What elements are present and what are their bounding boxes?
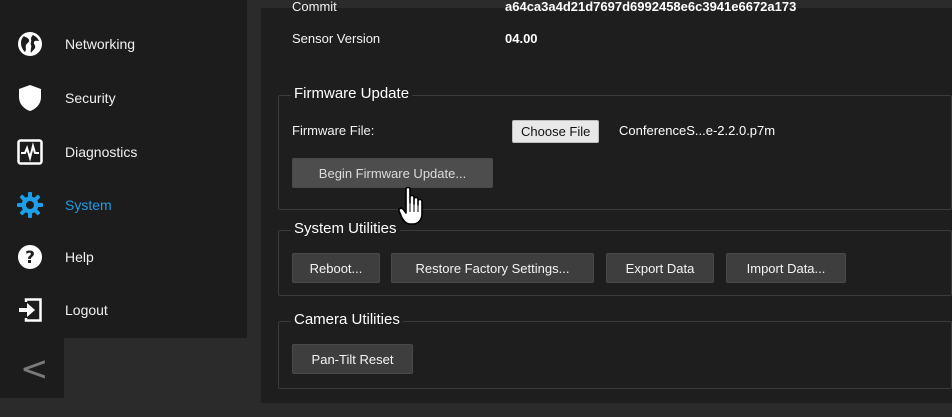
chevron-left-icon: < (20, 349, 49, 389)
camera-utilities-legend: Camera Utilities (291, 311, 403, 328)
export-data-button[interactable]: Export Data (606, 253, 714, 283)
firmware-file-name: ConferenceS...e-2.2.0.p7m (619, 123, 776, 138)
sidebar: Networking Security Diagnostics System ?… (0, 0, 247, 338)
firmware-update-section: Firmware Update Firmware File: Choose Fi… (278, 85, 952, 210)
firmware-file-label: Firmware File: (292, 123, 375, 138)
sidebar-item-label: Security (65, 90, 116, 106)
hand-cursor-icon (397, 186, 431, 228)
sidebar-item-label: Networking (65, 36, 136, 52)
choose-file-button[interactable]: Choose File (512, 120, 600, 143)
sidebar-item-label: Help (65, 249, 94, 265)
sidebar-item-logout[interactable]: Logout (0, 284, 247, 336)
sidebar-item-label: Diagnostics (65, 144, 138, 160)
sidebar-item-help[interactable]: ? Help (0, 231, 247, 283)
globe-icon (15, 29, 45, 59)
firmware-update-legend: Firmware Update (291, 85, 413, 102)
sidebar-item-security[interactable]: Security (0, 72, 247, 124)
gear-icon (15, 190, 45, 220)
shield-icon (15, 83, 45, 113)
logout-icon (15, 295, 45, 325)
sidebar-item-label: System (65, 197, 112, 213)
camera-utilities-section: Camera Utilities Pan-Tilt Reset (278, 311, 952, 389)
system-utilities-section: System Utilities Reboot... Restore Facto… (278, 220, 952, 296)
sensor-version-label: Sensor Version (292, 31, 381, 46)
sidebar-item-diagnostics[interactable]: Diagnostics (0, 126, 247, 178)
commit-label: Commit (292, 0, 337, 14)
pulse-icon (15, 137, 45, 167)
sensor-version-value: 04.00 (505, 31, 538, 46)
sidebar-item-label: Logout (65, 302, 108, 318)
system-utilities-legend: System Utilities (291, 220, 400, 237)
sidebar-item-system[interactable]: System (0, 179, 247, 231)
commit-value: a64ca3a4d21d7697d6992458e6c3941e6672a173 (505, 0, 797, 14)
system-panel: Commit a64ca3a4d21d7697d6992458e6c3941e6… (261, 0, 952, 403)
question-icon: ? (15, 242, 45, 272)
restore-factory-settings-button[interactable]: Restore Factory Settings... (391, 253, 594, 283)
reboot-button[interactable]: Reboot... (292, 253, 380, 283)
import-data-button[interactable]: Import Data... (726, 253, 846, 283)
sidebar-item-networking[interactable]: Networking (0, 18, 247, 70)
sidebar-collapse-button[interactable]: < (0, 338, 64, 398)
begin-firmware-update-button[interactable]: Begin Firmware Update... (292, 158, 493, 188)
svg-text:?: ? (25, 248, 35, 268)
pan-tilt-reset-button[interactable]: Pan-Tilt Reset (292, 344, 413, 374)
